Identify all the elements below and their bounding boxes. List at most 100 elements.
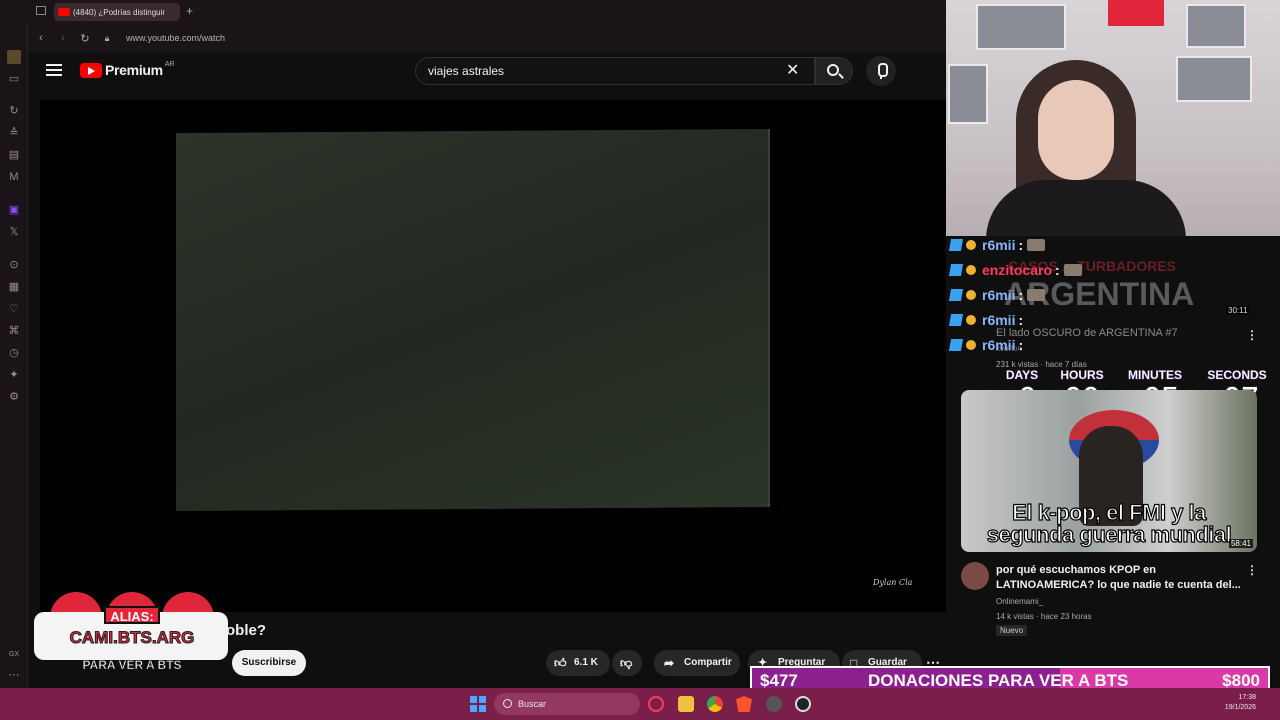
tab-youtube[interactable]: (4840) ¿Podrías distinguir (54, 3, 180, 21)
clock-time: 17:38 (1238, 694, 1256, 701)
heart-icon[interactable]: ♡ (7, 302, 21, 316)
home-icon[interactable] (7, 50, 21, 64)
alias-label: ALIAS: (104, 606, 160, 624)
sub-badge-icon (966, 314, 976, 325)
url-field[interactable]: www.youtube.com/watch (126, 33, 225, 43)
clock-date: 19/1/2026 (1224, 704, 1256, 711)
chat-separator: : (1018, 236, 1024, 253)
reload-icon[interactable]: ↻ (76, 32, 94, 45)
channel-avatar[interactable] (961, 562, 989, 590)
chat-username: r6mii (982, 236, 1016, 253)
tab-strip: (4840) ¿Podrías distinguir + (0, 0, 946, 24)
hamburger-menu-icon[interactable] (46, 64, 62, 78)
alias-overlay: ALIAS: CAMI.BTS.ARG PARA VER A BTS (34, 592, 228, 692)
search-input[interactable]: viajes astrales (415, 57, 815, 85)
video-options-icon[interactable]: ⋮ (1246, 328, 1258, 342)
pin-icon[interactable]: ⌘ (7, 324, 21, 338)
prime-badge-icon (948, 313, 964, 326)
settings-icon[interactable]: ⚙ (7, 390, 21, 404)
search-button[interactable] (815, 57, 853, 85)
prime-badge-icon (948, 238, 964, 251)
share-label: Compartir (684, 657, 732, 668)
related-channel-name[interactable]: Onlinemami_ (996, 597, 1043, 606)
youtube-favicon-icon (58, 8, 70, 16)
streamer-shirt (986, 180, 1186, 236)
sub-badge-icon (966, 339, 976, 350)
brave-icon[interactable] (736, 696, 752, 712)
lock-icon: 🔒︎ (104, 32, 110, 43)
chat-username: enzitocaro (982, 261, 1053, 278)
chat-separator: : (1055, 261, 1060, 278)
chat-separator: : (1018, 336, 1024, 353)
emote-icon (1027, 238, 1046, 251)
apps-icon[interactable]: ▦ (7, 280, 21, 294)
tab-title: (4840) ¿Podrías distinguir (73, 7, 166, 17)
hotline-icon[interactable]: ≙ (7, 126, 21, 140)
chat-username: r6mii (982, 311, 1016, 328)
opera-gx-icon[interactable] (648, 696, 664, 712)
sub-badge-icon (966, 289, 976, 300)
chat-separator: : (1018, 311, 1024, 328)
voice-search-button[interactable] (866, 56, 896, 86)
sub-badge-icon (966, 264, 976, 275)
chat-message: r6mii: (948, 307, 1110, 332)
video-options-icon[interactable]: ⋮ (1246, 563, 1258, 577)
emote-icon (1063, 263, 1082, 276)
video-duration: 58:41 (1228, 539, 1253, 548)
prime-badge-icon (948, 263, 964, 276)
refresh-icon[interactable]: ↻ (7, 104, 21, 118)
messenger-icon[interactable]: M (7, 170, 21, 184)
chat-username: r6mii (982, 336, 1016, 353)
new-tab-button[interactable]: + (186, 4, 193, 18)
like-button[interactable]: 6.1 K (546, 650, 610, 676)
new-badge: Nuevo (996, 625, 1028, 636)
address-bar: ‹ › ↻ 🔒︎ www.youtube.com/watch (28, 24, 946, 52)
related-video-title[interactable]: por qué escuchamos KPOP en LATINOAMERICA… (996, 563, 1244, 593)
news-icon[interactable]: ▤ (7, 148, 21, 162)
subscribe-button[interactable]: Suscribirse (232, 650, 306, 676)
more-icon[interactable]: ⋯ (7, 668, 21, 682)
player-icon[interactable]: ⊙ (7, 258, 21, 272)
extensions-icon[interactable]: ✦ (7, 368, 21, 382)
share-button[interactable]: Compartir (654, 650, 740, 676)
app-icon[interactable] (766, 696, 782, 712)
prime-badge-icon (948, 338, 964, 351)
taskbar-search[interactable]: Buscar (494, 693, 640, 715)
browser-sidebar: ▭ ↻ ≙ ▤ M ▣ 𝕏 ⊙ ▦ ♡ ⌘ ◷ ✦ ⚙ GX ⋯ (0, 0, 28, 688)
gx-label[interactable]: GX (7, 648, 21, 662)
webcam-feed (946, 0, 1280, 236)
youtube-play-icon (80, 62, 102, 78)
forward-icon[interactable]: › (54, 32, 72, 44)
tab-overview-icon[interactable] (36, 6, 46, 15)
video-watermark: Dylan Cla (873, 578, 913, 587)
video-frame (176, 128, 770, 512)
wall-poster (948, 64, 988, 124)
chrome-icon[interactable] (707, 696, 723, 712)
logo-text: Premium (105, 62, 163, 78)
history-icon[interactable]: ◷ (7, 346, 21, 360)
clear-search-icon[interactable]: ✕ (786, 60, 799, 80)
windows-taskbar: Buscar 17:38 19/1/2026 (0, 688, 1280, 720)
chat-username: r6mii (982, 286, 1016, 303)
wall-poster (1176, 56, 1252, 102)
thumb-title-line: segunda guerra mundial (986, 521, 1232, 547)
twitch-icon[interactable]: ▣ (7, 203, 21, 217)
streamer-face (1038, 80, 1114, 180)
windows-start-icon[interactable] (470, 696, 486, 712)
obs-icon[interactable] (795, 696, 811, 712)
back-icon[interactable]: ‹ (32, 32, 50, 44)
file-explorer-icon[interactable] (678, 696, 694, 712)
youtube-logo[interactable]: Premium AR (80, 60, 175, 78)
alias-purpose: PARA VER A BTS (82, 658, 182, 673)
stream-chat: r6mii: enzitocaro: r6mii: r6mii: r6mii: (948, 232, 1110, 357)
x-icon[interactable]: 𝕏 (7, 225, 21, 239)
gamepad-icon[interactable]: ▭ (7, 72, 21, 86)
taskbar-clock[interactable]: 17:38 19/1/2026 (1225, 693, 1256, 713)
wall-poster (976, 4, 1066, 50)
like-count: 6.1 K (574, 657, 598, 668)
video-duration: 30:11 (1226, 306, 1250, 315)
region-label: AR (164, 60, 175, 68)
emote-icon (1027, 288, 1046, 301)
related-video-thumbnail[interactable]: El k-pop, el FMI y la segunda guerra mun… (961, 390, 1257, 552)
dislike-button[interactable] (612, 650, 642, 676)
